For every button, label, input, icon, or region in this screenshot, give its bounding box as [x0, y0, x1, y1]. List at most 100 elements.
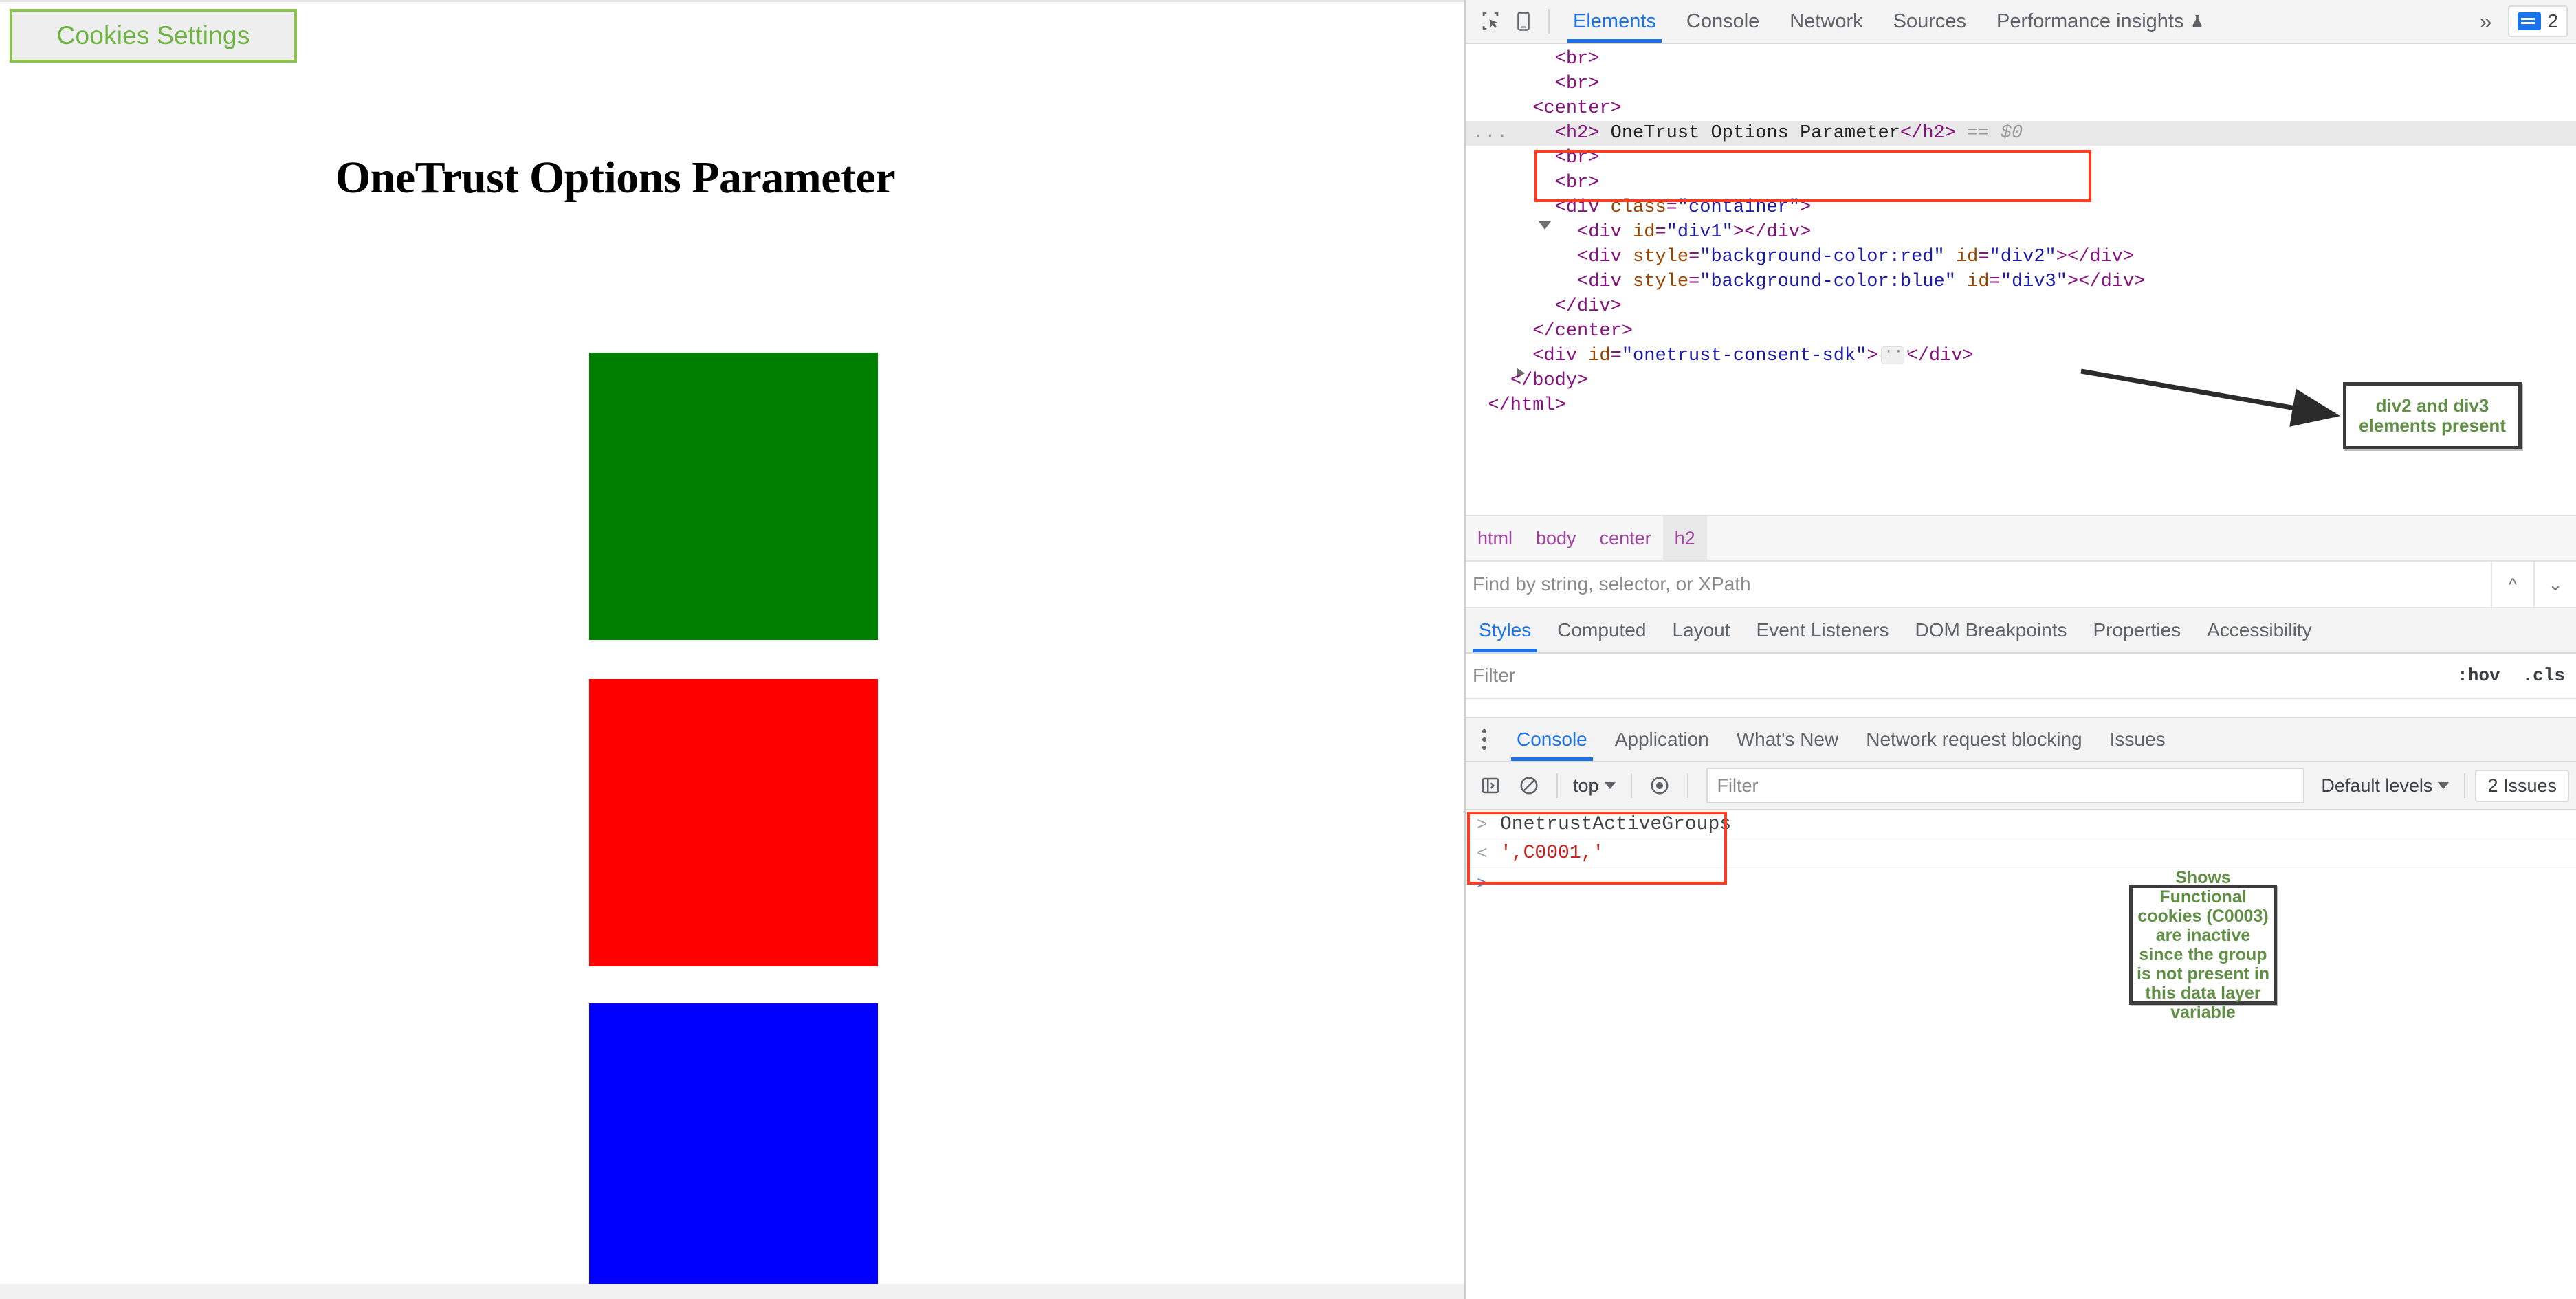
blue-block [589, 1003, 878, 1291]
styles-tab-dom-breakpoints[interactable]: DOM Breakpoints [1902, 608, 2080, 652]
drawer-tab-console[interactable]: Console [1503, 718, 1601, 761]
force-state-hov-button[interactable]: :hov [2446, 665, 2511, 686]
red-block [589, 679, 878, 966]
console-annotation-text: Shows Functional cookies (C0003) are ina… [2136, 867, 2270, 1022]
tab-sources[interactable]: Sources [1878, 0, 1981, 43]
tab-sources-label: Sources [1893, 10, 1967, 32]
breadcrumb: html body center h2 [1466, 515, 2576, 562]
breadcrumb-item-h2[interactable]: h2 [1662, 516, 1707, 560]
console-toolbar-divider-2 [1630, 773, 1632, 798]
dom-tree-row[interactable]: ··· <h2> OneTrust Options Parameter</h2>… [1466, 121, 2576, 146]
live-expression-icon[interactable] [1642, 768, 1677, 803]
search-next-icon[interactable]: ⌄ [2533, 562, 2576, 607]
tab-console[interactable]: Console [1671, 0, 1774, 43]
drawer-tab-issues[interactable]: Issues [2096, 718, 2179, 761]
drawer-spacer [1466, 699, 2576, 717]
console-annotation-callout: Shows Functional cookies (C0003) are ina… [2129, 868, 2277, 1022]
tab-elements[interactable]: Elements [1558, 0, 1671, 43]
breadcrumb-item-center[interactable]: center [1588, 516, 1663, 560]
device-toolbar-icon[interactable] [1507, 5, 1540, 38]
inspect-element-icon[interactable] [1474, 5, 1507, 38]
styles-filter-bar: :hov .cls [1466, 654, 2576, 699]
page-bottom-bar [0, 1284, 1464, 1299]
styles-pane-tabs: Styles Computed Layout Event Listeners DOM B… [1466, 608, 2576, 654]
breadcrumb-item-html[interactable]: html [1466, 516, 1524, 560]
clear-console-icon[interactable] [1511, 768, 1547, 803]
drawer-more-options-icon[interactable] [1466, 718, 1503, 761]
devtools-panel: Elements Console Network Sources Perform… [1464, 0, 2576, 1299]
console-result-chevron-icon: < [1477, 843, 1488, 864]
tab-network[interactable]: Network [1774, 0, 1878, 43]
dom-search-input[interactable] [1473, 562, 2491, 607]
flask-icon [2190, 12, 2205, 30]
dom-tree-row[interactable]: <center> [1466, 96, 2576, 131]
console-toolbar-divider-4 [2464, 773, 2466, 798]
console-levels-label: Default levels [2321, 775, 2433, 796]
green-block [589, 353, 878, 640]
dom-tree-row[interactable]: <div class="container"> [1466, 195, 2576, 230]
dom-tree-row[interactable]: <div id="div1"></div> [1466, 220, 2576, 245]
dom-tree-row[interactable]: </center> [1466, 319, 2576, 344]
message-count-label: 2 [2547, 10, 2558, 32]
tab-performance-insights[interactable]: Performance insights [1981, 0, 2220, 43]
dom-tree-row[interactable]: <br> [1466, 170, 2576, 195]
styles-tab-computed[interactable]: Computed [1544, 608, 1659, 652]
console-levels-selector[interactable]: Default levels [2315, 775, 2454, 797]
dom-tree-row[interactable]: <br> [1466, 71, 2576, 96]
dom-annotation-text: div2 and div3 elements present [2359, 395, 2506, 436]
tab-console-label: Console [1686, 10, 1760, 32]
console-context-selector[interactable]: top [1567, 775, 1621, 797]
screenshot-root: Cookies Settings OneTrust Options Parame… [0, 0, 2576, 1299]
more-tabs-icon[interactable]: » [2470, 9, 2502, 34]
styles-tab-accessibility[interactable]: Accessibility [2194, 608, 2324, 652]
styles-tab-layout[interactable]: Layout [1659, 608, 1743, 652]
devtools-toolbar: Elements Console Network Sources Perform… [1466, 0, 2576, 44]
element-classes-cls-button[interactable]: .cls [2511, 665, 2576, 686]
search-prev-icon[interactable]: ^ [2491, 562, 2533, 607]
cookies-settings-button[interactable]: Cookies Settings [10, 9, 297, 63]
console-result-value: ',C0001,' [1500, 843, 1605, 864]
chevron-down-icon-2 [2438, 782, 2450, 789]
drawer-tabs: Console Application What's New Network requ… [1466, 717, 2576, 762]
console-toolbar-divider-3 [1686, 773, 1688, 798]
drawer-tab-application[interactable]: Application [1601, 718, 1723, 761]
styles-filter-input[interactable] [1473, 654, 2447, 698]
page-title: OneTrust Options Parameter [335, 153, 896, 203]
console-prompt-chevron-icon: > [1477, 874, 1488, 894]
console-output[interactable]: > OnetrustActiveGroups < ',C0001,' > Sho… [1466, 810, 2576, 1181]
chevron-down-icon [1604, 782, 1616, 789]
console-result-row: < ',C0001,' [1466, 839, 2576, 868]
console-toolbar: top Default levels 2 Issues [1466, 762, 2576, 810]
console-message-count-badge[interactable]: 2 [2508, 5, 2568, 37]
dom-tree-row[interactable]: <div style="background-color:red" id="di… [1466, 245, 2576, 269]
styles-tab-event-listeners[interactable]: Event Listeners [1743, 608, 1902, 652]
dom-tree-row[interactable]: <div style="background-color:blue" id="d… [1466, 269, 2576, 294]
styles-tab-properties[interactable]: Properties [2080, 608, 2194, 652]
dom-annotation-callout: div2 and div3 elements present [2343, 382, 2522, 449]
console-prompt-row[interactable]: > [1466, 868, 2576, 900]
console-input-expression: OnetrustActiveGroups [1500, 814, 1732, 835]
cookies-settings-label: Cookies Settings [56, 21, 250, 49]
console-sidebar-icon[interactable] [1473, 768, 1508, 803]
console-input-chevron-icon: > [1477, 814, 1488, 835]
console-toolbar-divider [1556, 773, 1558, 798]
dom-tree-row[interactable]: <br> [1466, 146, 2576, 170]
dom-tree-row[interactable]: <br> [1466, 47, 2576, 71]
dom-tree-row[interactable]: </div> [1466, 294, 2576, 319]
toolbar-right-group: » 2 [2470, 5, 2568, 37]
drawer-tab-network-request-blocking[interactable]: Network request blocking [1852, 718, 2095, 761]
dom-search-bar: ^ ⌄ [1466, 562, 2576, 608]
console-issues-button[interactable]: 2 Issues [2475, 769, 2569, 802]
dom-tree-row[interactable]: <div id="onetrust-consent-sdk"></div> [1466, 340, 2576, 378]
drawer-tab-what-s-new[interactable]: What's New [1723, 718, 1853, 761]
styles-tab-styles[interactable]: Styles [1466, 608, 1544, 652]
console-filter-input[interactable] [1717, 775, 2294, 797]
row-more-icon[interactable]: ··· [1473, 124, 1509, 148]
tab-network-label: Network [1790, 10, 1863, 32]
console-context-label: top [1573, 775, 1599, 796]
devtools-tab-list: Elements Console Network Sources Perform… [1558, 0, 2220, 43]
console-filter-box[interactable] [1706, 768, 2305, 803]
message-icon [2518, 12, 2542, 30]
breadcrumb-item-body[interactable]: body [1524, 516, 1588, 560]
console-input-row: > OnetrustActiveGroups [1466, 810, 2576, 839]
